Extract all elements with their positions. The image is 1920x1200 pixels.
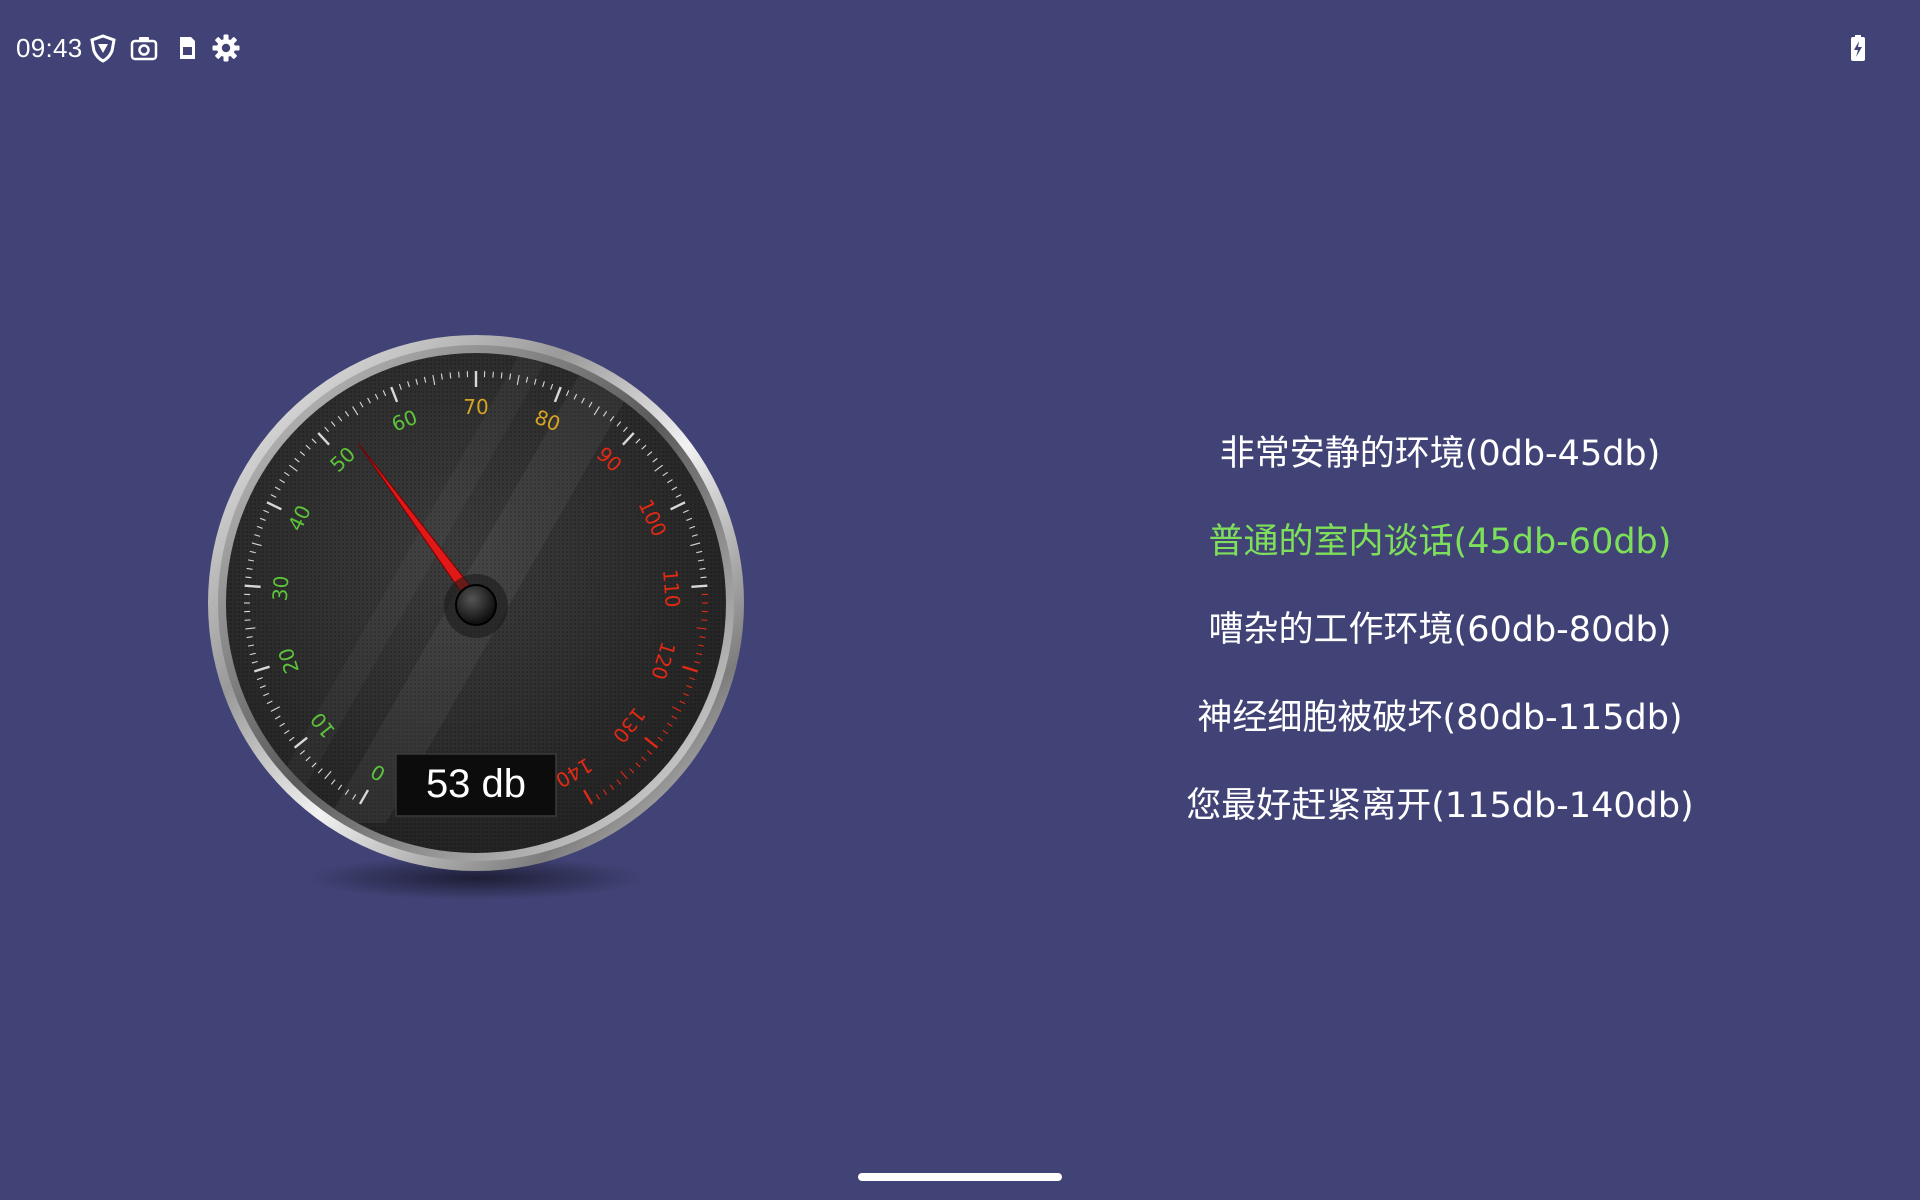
legend-item-very-quiet: 非常安静的环境(0db-45db) (1219, 434, 1661, 474)
gauge-tick-label: 30 (268, 575, 294, 602)
gauge-minor-tick (245, 576, 252, 579)
legend-item-nerve-damage: 神经细胞被破坏(80db-115db) (1197, 698, 1683, 738)
status-time: 09:43 (16, 33, 83, 63)
gauge-minor-tick (449, 372, 452, 379)
gauge-dial: 0102030405060 70 8090100110120130140 53 db (208, 335, 744, 900)
status-bar: 09:43 (0, 0, 1920, 96)
gauge-major-tick (244, 584, 261, 589)
gauge-minor-tick (500, 372, 503, 379)
sim-card-icon (180, 37, 195, 59)
gauge-major-tick (691, 584, 708, 589)
home-indicator[interactable] (858, 1173, 1062, 1181)
legend-item-noisy-work: 嘈杂的工作环境(60db-80db) (1208, 610, 1672, 650)
battery-charging-icon (1851, 35, 1865, 61)
gauge-tick-label: 110 (658, 568, 685, 608)
gauge-hub (455, 584, 497, 626)
gauge-minor-tick (700, 576, 707, 579)
sound-level-gauge: 0 10 20 30 40 50 60 70 80 90 100 110 120 130 140 53 db (206, 323, 746, 903)
gauge-readout-text: 53 db (426, 762, 526, 806)
gauge-tick-label: 70 (463, 395, 488, 419)
settings-gear-icon[interactable] (211, 33, 241, 63)
camera-icon (130, 37, 158, 61)
legend-item-indoor-talk: 普通的室内谈话(45db-60db) (1208, 522, 1672, 562)
legend-item-leave-now: 您最好赶紧离开(115db-140db) (1186, 786, 1694, 826)
sound-level-legend: 非常安静的环境(0db-45db) 普通的室内谈话(45db-60db) 嘈杂的… (1140, 420, 1740, 860)
vpn-shield-icon (90, 34, 116, 63)
gauge-readout-box: 53 db (395, 753, 557, 817)
